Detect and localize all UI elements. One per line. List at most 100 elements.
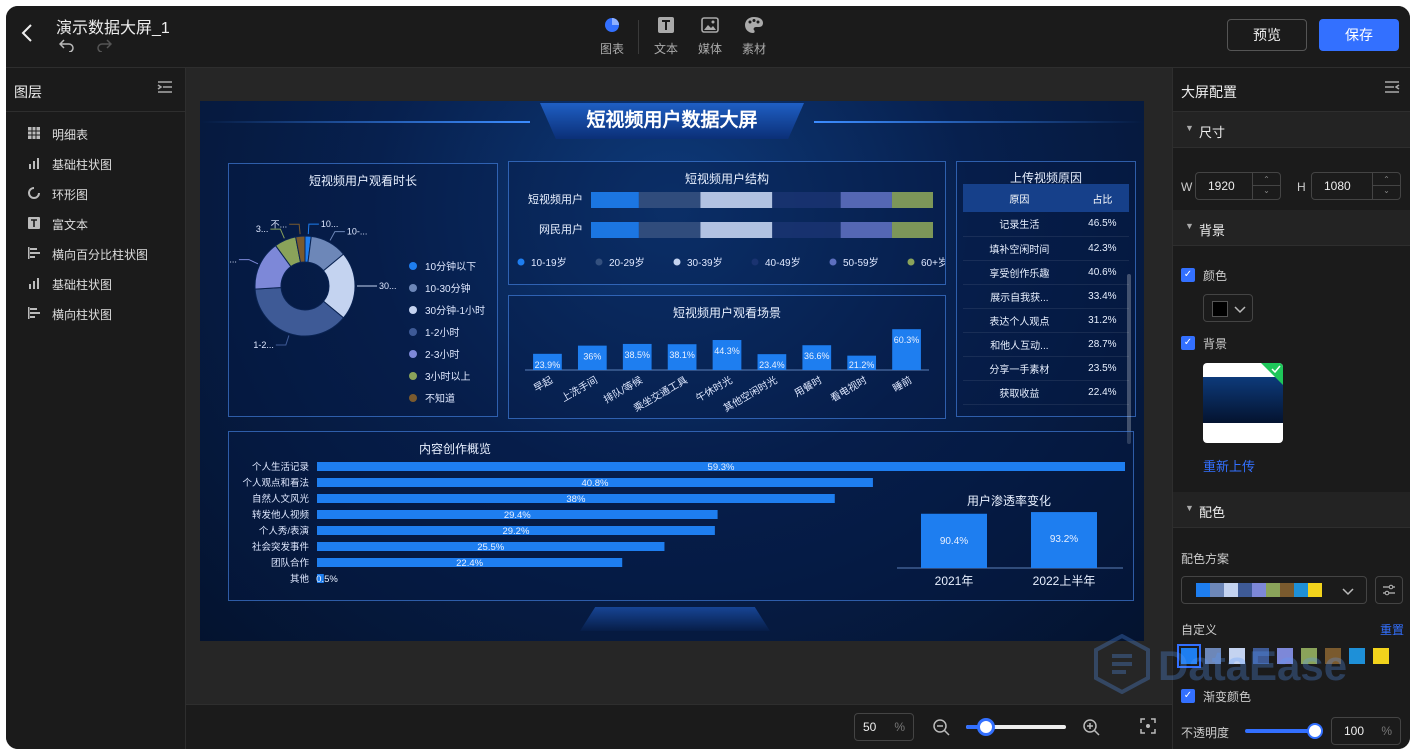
canvas-area[interactable]: 短视频用户数据大屏 短视频用户观看时长 10... 10-... 30... 1-2.… — [186, 68, 1172, 704]
category-label: 网民用户 — [539, 222, 583, 236]
table-scrollbar[interactable] — [1127, 274, 1131, 444]
custom-color-swatch[interactable] — [1373, 648, 1389, 664]
height-input[interactable]: 1080 ⌃ ⌄ — [1311, 172, 1401, 200]
layer-item[interactable]: 明细表 — [6, 118, 185, 148]
bar-value-label: 23.4% — [759, 360, 785, 370]
layer-item[interactable]: 富文本 — [6, 208, 185, 238]
custom-color-swatch[interactable] — [1325, 648, 1341, 664]
table-cell: 42.3% — [1075, 236, 1129, 261]
scheme-settings-button[interactable] — [1375, 576, 1403, 604]
donut-chart: 10... 10-... 30... 1-2... 2-3... 3...不... 10分钟… — [229, 219, 485, 405]
legend-dot — [907, 258, 915, 266]
opacity-value: 100 — [1344, 724, 1365, 738]
background-checkbox[interactable]: ✓ — [1181, 336, 1195, 350]
tool-media[interactable]: 媒体 — [690, 16, 730, 57]
background-thumbnail[interactable] — [1203, 363, 1283, 443]
bar-value-label: 38.1% — [669, 350, 695, 360]
layer-item[interactable]: 基础柱状图 — [6, 148, 185, 178]
tool-label: 文本 — [653, 42, 678, 56]
reset-link[interactable]: 重置 — [1380, 621, 1404, 638]
chevron-up-icon[interactable]: ⌃ — [1253, 173, 1280, 186]
bar-value-label: 29.2% — [502, 526, 529, 537]
scheme-color — [1224, 583, 1238, 597]
stack-segment — [591, 192, 639, 208]
custom-color-swatch[interactable] — [1349, 648, 1365, 664]
scheme-color — [1196, 583, 1210, 597]
fit-screen-icon[interactable] — [1140, 718, 1156, 739]
size-section-header[interactable]: ▼ 尺寸 — [1173, 112, 1410, 148]
reupload-link[interactable]: 重新上传 — [1203, 456, 1255, 475]
height-stepper[interactable]: ⌃ ⌄ — [1372, 173, 1400, 199]
hbar-chart-icon — [28, 247, 40, 259]
bar-value-label: 38.5% — [624, 350, 650, 360]
custom-color-swatch[interactable] — [1277, 648, 1293, 664]
category-label: 转发他人视频 — [252, 509, 310, 521]
back-arrow-icon[interactable] — [20, 22, 34, 51]
config-panel: 大屏配置 ▼ 尺寸 W 1920 ⌃ ⌄ H 1080 ⌃ ⌄ ▼ 背景 ✓ 颜… — [1172, 68, 1410, 749]
panel-user-structure[interactable]: 短视频用户结构 短视频用户 网民用户 10-19岁 20-29岁 30-39岁 40-49… — [508, 161, 946, 285]
category-label: 个人生活记录 — [252, 461, 310, 473]
zoom-in-icon[interactable] — [1082, 718, 1100, 741]
stack-segment — [700, 222, 773, 238]
chevron-down-icon[interactable]: ⌄ — [1253, 186, 1280, 199]
layer-item[interactable]: 环形图 — [6, 178, 185, 208]
bottom-decoration — [580, 607, 770, 631]
custom-color-swatch[interactable] — [1301, 648, 1317, 664]
undo-icon[interactable] — [58, 38, 75, 57]
donut-label-line — [270, 228, 285, 239]
redo-icon[interactable] — [96, 38, 113, 57]
legend-dot — [409, 394, 417, 402]
panel-watch-duration[interactable]: 短视频用户观看时长 10... 10-... 30... 1-2... 2-3... 3.… — [228, 163, 498, 417]
width-input[interactable]: 1920 ⌃ ⌄ — [1195, 172, 1281, 200]
width-stepper[interactable]: ⌃ ⌄ — [1252, 173, 1280, 199]
table-row: 填补空闲时间 42.3% — [963, 236, 1129, 261]
table-cell: 分享一手素材 — [963, 356, 1076, 381]
layer-item[interactable]: 基础柱状图 — [6, 268, 185, 298]
opacity-slider-thumb[interactable] — [1307, 723, 1323, 739]
title-line-left — [200, 121, 530, 123]
stack-segment — [700, 192, 773, 208]
scheme-select[interactable] — [1181, 576, 1367, 604]
zoom-out-icon[interactable] — [932, 718, 950, 741]
collapse-icon[interactable] — [157, 80, 173, 99]
donut-label-line — [238, 259, 259, 265]
background-section-header[interactable]: ▼ 背景 — [1173, 210, 1410, 246]
layer-list: 明细表 基础柱状图 环形图 富文本 横向百分比柱状图 基础柱状图 横向柱状图 — [6, 118, 185, 328]
chevron-up-icon[interactable]: ⌃ — [1373, 173, 1400, 186]
chevron-down-icon[interactable]: ⌄ — [1373, 186, 1400, 199]
collapse-icon[interactable] — [1384, 80, 1400, 99]
palette-section-header[interactable]: ▼ 配色 — [1173, 492, 1410, 528]
panel-upload-reasons[interactable]: 上传视频原因 原因 占比 记录生活 46.5% 填补空闲时间 42.3% 享受创作乐趣 4… — [956, 161, 1136, 444]
save-button[interactable]: 保存 — [1319, 19, 1399, 51]
custom-color-swatch[interactable] — [1205, 648, 1221, 664]
panel-content-creation[interactable]: 内容创作概览 个人生活记录 59.3% 个人观点和看法 40.8% 自然人文风光 38% 转… — [228, 431, 1134, 601]
zoom-slider[interactable] — [966, 718, 1066, 736]
preview-button[interactable]: 预览 — [1227, 19, 1307, 51]
tool-material[interactable]: 素材 — [734, 16, 774, 57]
document-title[interactable]: 演示数据大屏_1 — [56, 14, 170, 38]
opacity-slider[interactable] — [1245, 723, 1323, 739]
height-value: 1080 — [1324, 179, 1351, 193]
donut-label: 不... — [271, 219, 288, 229]
custom-color-swatch[interactable] — [1229, 648, 1245, 664]
color-checkbox[interactable]: ✓ — [1181, 268, 1195, 282]
app-window: 演示数据大屏_1 图表 文本 媒体 素材 预览 保存 图层 明细表 基础柱状图 … — [6, 6, 1410, 749]
color-picker[interactable] — [1203, 294, 1253, 322]
stack-segment — [638, 222, 701, 238]
gradient-checkbox[interactable]: ✓ — [1181, 689, 1195, 703]
donut-label: 10-... — [347, 227, 368, 237]
layer-label: 环形图 — [52, 188, 89, 202]
panel-watch-scene[interactable]: 短视频用户观看场景 23.9% 早起 36% 上洗手间 38.5% 排队/等候 38.1% 乘… — [508, 295, 946, 419]
opacity-input[interactable]: 100 % — [1331, 717, 1401, 745]
custom-color-swatch[interactable] — [1253, 648, 1269, 664]
tool-chart[interactable]: 图表 — [592, 16, 632, 57]
layer-item[interactable]: 横向柱状图 — [6, 298, 185, 328]
custom-color-swatch[interactable] — [1177, 644, 1201, 668]
dashboard-screen[interactable]: 短视频用户数据大屏 短视频用户观看时长 10... 10-... 30... 1-2.… — [200, 101, 1144, 641]
x-tick-label: 用餐时 — [792, 373, 824, 399]
zoom-input[interactable]: 50 % — [854, 713, 914, 741]
zoom-slider-thumb[interactable] — [977, 718, 995, 736]
tool-text[interactable]: 文本 — [646, 16, 686, 57]
layer-item[interactable]: 横向百分比柱状图 — [6, 238, 185, 268]
table-cell: 31.2% — [1075, 308, 1129, 333]
